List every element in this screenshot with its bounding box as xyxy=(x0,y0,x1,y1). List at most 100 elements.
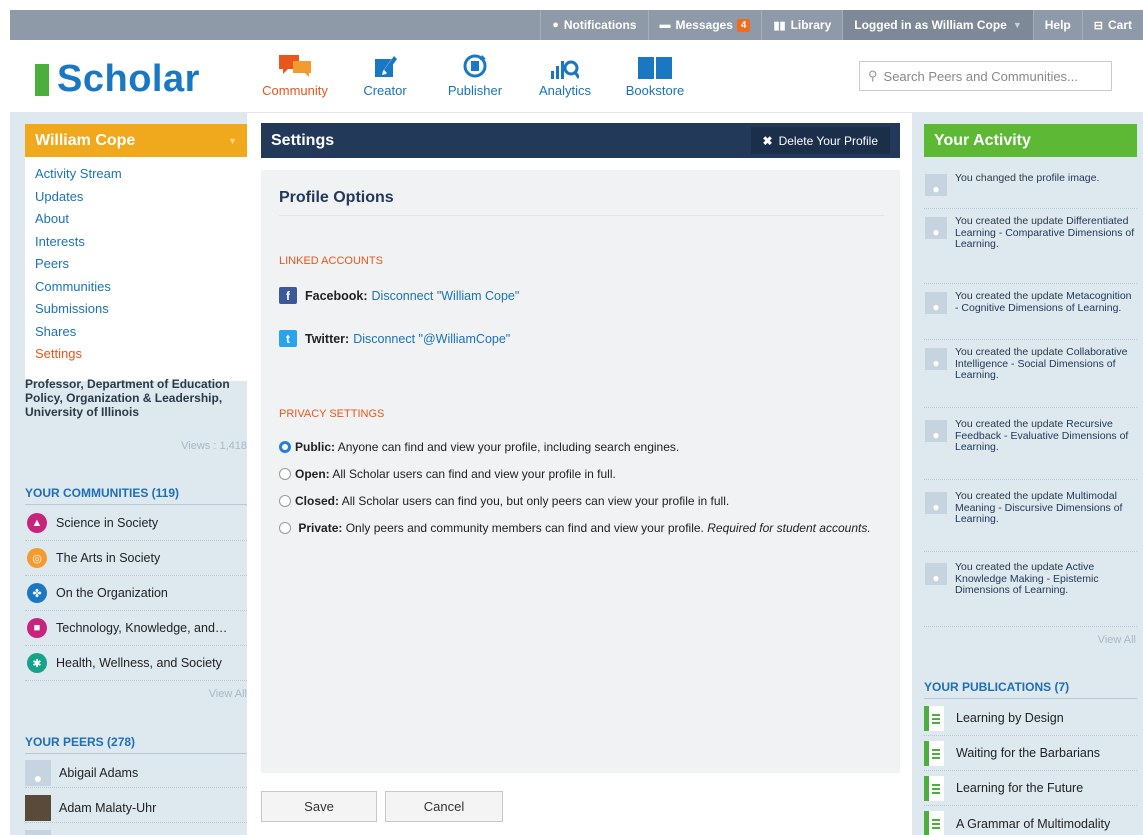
scholar-logo[interactable]: Scholar xyxy=(35,58,200,101)
activity-prefix: You created the update xyxy=(955,215,1064,227)
privacy-option-private[interactable]: Private: Only peers and community member… xyxy=(279,518,879,538)
account-menu[interactable]: Logged in as William Cope ▼ xyxy=(842,10,1033,40)
communities-view-all[interactable]: View All xyxy=(25,688,247,700)
community-item[interactable]: ◎ The Arts in Society xyxy=(25,541,247,576)
twitter-disconnect-link[interactable]: Disconnect "@WilliamCope" xyxy=(353,332,510,346)
menu-about[interactable]: About xyxy=(35,208,247,231)
radio-button[interactable] xyxy=(279,495,291,507)
avatar: ● xyxy=(25,759,51,786)
book-icon xyxy=(924,811,944,835)
menu-peers[interactable]: Peers xyxy=(35,253,247,276)
library-icon: ▮▮ xyxy=(773,19,786,32)
activity-text: You created the update Active Knowledge … xyxy=(955,559,1137,626)
notifications-label: Notifications xyxy=(563,18,637,32)
community-name: Technology, Knowledge, and… xyxy=(56,621,228,635)
analytics-icon xyxy=(551,51,579,79)
nav-analytics[interactable]: Analytics xyxy=(520,40,610,112)
community-name: Science in Society xyxy=(56,516,159,530)
nav-publisher[interactable]: Publisher xyxy=(430,40,520,112)
peer-item[interactable]: ● Abigail Adams xyxy=(25,758,247,788)
peers-title[interactable]: YOUR PEERS (278) xyxy=(25,735,135,749)
privacy-option-description: Anyone can find and view your profile, i… xyxy=(337,440,680,454)
privacy-option-public[interactable]: Public: Anyone can find and view your pr… xyxy=(279,437,879,457)
activity-item: ● You created the update Multimodal Meani… xyxy=(924,488,1137,552)
radio-button-selected[interactable] xyxy=(279,441,291,453)
activity-prefix: You created the update xyxy=(955,561,1064,573)
notifications-link[interactable]: ● Notifications xyxy=(540,10,647,40)
community-icon: ■ xyxy=(27,618,47,638)
nav-creator[interactable]: Creator xyxy=(340,40,430,112)
publication-item[interactable]: A Grammar of Multimodality xyxy=(924,806,1137,835)
top-bar: ● Notifications ▬ Messages 4 ▮▮ Library Logg… xyxy=(0,0,1143,40)
community-name: The Arts in Society xyxy=(56,551,161,565)
avatar: ● xyxy=(25,830,51,835)
community-item[interactable]: ■ Technology, Knowledge, and… xyxy=(25,611,247,646)
activity-item: ● You created the update Active Knowledge… xyxy=(924,559,1137,627)
messages-label: Messages xyxy=(675,18,733,32)
activity-prefix: You created the update xyxy=(955,346,1064,358)
community-icon: ✤ xyxy=(27,583,47,603)
delete-profile-label: Delete Your Profile xyxy=(778,133,878,148)
community-item[interactable]: ✤ On the Organization xyxy=(25,576,247,611)
avatar: ● xyxy=(925,563,947,585)
publications-title[interactable]: YOUR PUBLICATIONS (7) xyxy=(924,680,1069,694)
help-link[interactable]: Help xyxy=(1032,10,1082,40)
search-input[interactable]: ⚲ Search Peers and Communities... xyxy=(859,61,1112,91)
search-placeholder: Search Peers and Communities... xyxy=(883,68,1078,84)
search-icon: ⚲ xyxy=(868,68,878,83)
chevron-down-icon: ▼ xyxy=(228,135,237,146)
nav-community[interactable]: Community xyxy=(250,40,340,112)
pencil-icon xyxy=(373,51,397,79)
cancel-button[interactable]: Cancel xyxy=(385,791,503,822)
linked-accounts-label: LINKED ACCOUNTS xyxy=(279,255,383,267)
menu-settings[interactable]: Settings xyxy=(35,343,247,366)
chevron-down-icon: ▼ xyxy=(1012,20,1022,30)
chat-bubbles-icon xyxy=(279,51,311,79)
book-icon xyxy=(924,705,944,731)
facebook-label: Facebook: xyxy=(305,288,368,303)
privacy-option-closed[interactable]: Closed: All Scholar users can find you, … xyxy=(279,491,879,511)
publication-item[interactable]: Learning by Design xyxy=(924,701,1137,736)
activity-text: You created the update Differentiated Le… xyxy=(955,213,1137,283)
avatar: ● xyxy=(925,217,947,239)
settings-panel: Profile Options LINKED ACCOUNTS f Facebo… xyxy=(261,170,900,773)
menu-interests[interactable]: Interests xyxy=(35,231,247,254)
book-icon xyxy=(924,775,944,801)
privacy-option-open[interactable]: Open: All Scholar users can find and vie… xyxy=(279,464,879,484)
logo-text: Scholar xyxy=(57,58,200,100)
menu-shares[interactable]: Shares xyxy=(35,321,247,344)
publication-item[interactable]: Learning for the Future xyxy=(924,771,1137,806)
publication-item[interactable]: Waiting for the Barbarians xyxy=(924,736,1137,771)
activity-view-all[interactable]: View All xyxy=(924,634,1136,646)
nav-bookstore-label: Bookstore xyxy=(625,83,685,98)
save-button[interactable]: Save xyxy=(261,791,377,822)
user-bio: Professor, Department of Education Polic… xyxy=(25,377,230,419)
user-menu-header[interactable]: William Cope ▼ xyxy=(25,124,247,157)
privacy-option-text: Public: Anyone can find and view your pr… xyxy=(295,437,679,457)
peer-item[interactable]: Adam Malaty-Uhr xyxy=(25,793,247,823)
peer-name: Abigail Adams xyxy=(59,765,139,780)
messages-link[interactable]: ▬ Messages 4 xyxy=(647,10,762,40)
cart-link[interactable]: ⊟ Cart xyxy=(1081,10,1143,40)
activity-header: Your Activity xyxy=(924,124,1137,157)
library-link[interactable]: ▮▮ Library xyxy=(761,10,842,40)
nav-bookstore[interactable]: Bookstore xyxy=(610,40,700,112)
peer-item[interactable]: ● xyxy=(25,828,247,835)
radio-button[interactable] xyxy=(279,468,291,480)
facebook-icon: f xyxy=(279,287,297,304)
settings-header: Settings ✖ Delete Your Profile xyxy=(261,123,900,158)
community-item[interactable]: ▲ Science in Society xyxy=(25,506,247,541)
privacy-option-label: Public: xyxy=(295,440,336,454)
avatar: ● xyxy=(925,492,947,514)
menu-communities[interactable]: Communities xyxy=(35,276,247,299)
menu-submissions[interactable]: Submissions xyxy=(35,298,247,321)
delete-profile-button[interactable]: ✖ Delete Your Profile xyxy=(750,127,890,154)
menu-updates[interactable]: Updates xyxy=(35,186,247,209)
radio-button[interactable] xyxy=(279,522,291,534)
facebook-disconnect-link[interactable]: Disconnect "William Cope" xyxy=(372,289,520,303)
message-icon: ▬ xyxy=(659,19,671,31)
menu-activity-stream[interactable]: Activity Stream xyxy=(35,163,247,186)
community-item[interactable]: ✱ Health, Wellness, and Society xyxy=(25,646,247,681)
communities-title[interactable]: YOUR COMMUNITIES (119) xyxy=(25,486,179,500)
activity-link[interactable]: profile image. xyxy=(1036,172,1099,184)
